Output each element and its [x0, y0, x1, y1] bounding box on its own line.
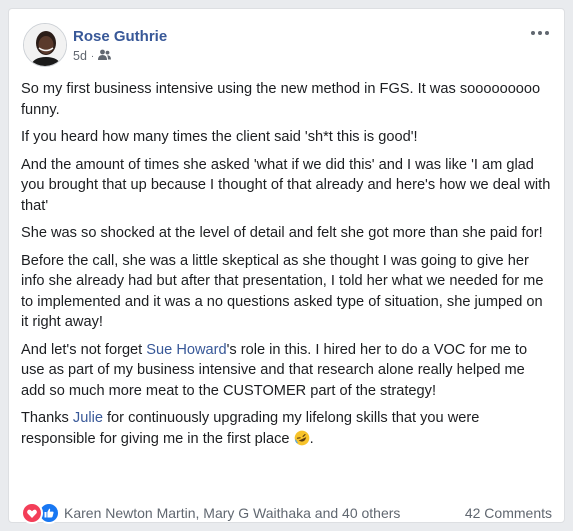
author-name[interactable]: Rose Guthrie — [73, 28, 167, 45]
post-meta: 5d · — [73, 49, 112, 63]
post-paragraph: Thanks Julie for continuously upgrading … — [21, 408, 551, 449]
paragraph-text: . — [309, 430, 314, 447]
post-paragraph: If you heard how many times the client s… — [21, 129, 418, 145]
rofl-emoji-icon — [294, 430, 310, 446]
avatar[interactable] — [23, 23, 67, 67]
post-time[interactable]: 5d — [73, 49, 87, 63]
friends-icon[interactable] — [98, 49, 112, 63]
post-paragraph: And the amount of times she asked 'what … — [21, 156, 551, 214]
post-card: Rose Guthrie 5d · So my first business i… — [8, 8, 565, 524]
more-options-icon[interactable] — [528, 25, 552, 41]
paragraph-text: Thanks — [21, 410, 73, 426]
post-paragraph: So my first business intensive using the… — [21, 81, 541, 118]
post-paragraph: Before the call, she was a little skepti… — [21, 252, 544, 331]
mention-link[interactable]: Sue Howard — [146, 342, 226, 358]
post-paragraph: She was so shocked at the level of detai… — [21, 225, 543, 241]
comments-count[interactable]: 42 Comments — [465, 505, 552, 521]
reactors-text[interactable]: Karen Newton Martin, Mary G Waithaka and… — [64, 505, 400, 521]
paragraph-text: And let's not forget — [21, 341, 147, 358]
love-reaction-icon[interactable] — [21, 502, 43, 524]
mention-link[interactable]: Julie — [73, 410, 103, 426]
post-paragraph: And let's not forget Sue Howard's role i… — [21, 340, 551, 402]
post-footer: Karen Newton Martin, Mary G Waithaka and… — [21, 502, 552, 524]
reaction-icons[interactable] — [21, 502, 60, 524]
separator-dot: · — [90, 50, 95, 62]
post-body: So my first business intensive using the… — [21, 79, 551, 456]
